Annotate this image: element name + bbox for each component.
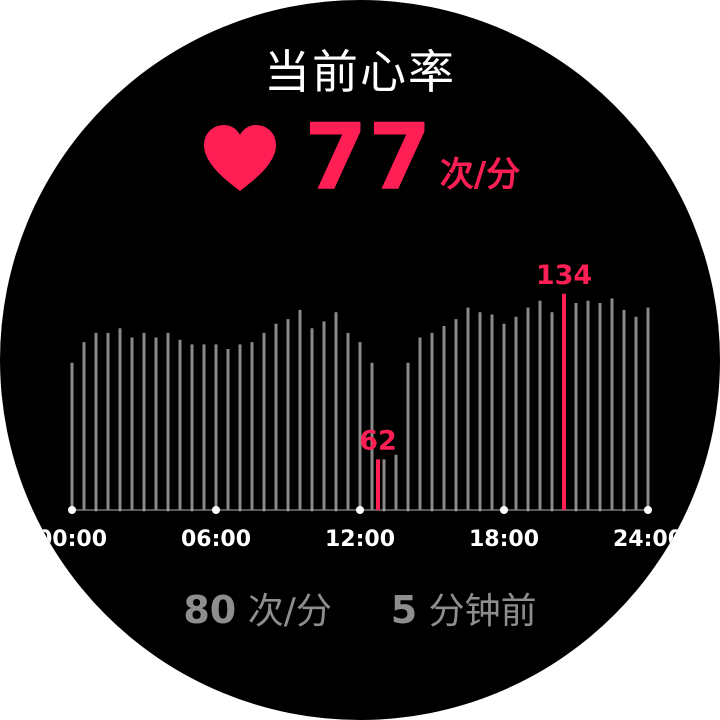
chart-major-tick <box>68 506 76 514</box>
chart-bar <box>418 337 422 510</box>
chart-bar <box>334 312 338 510</box>
chart-bar <box>598 303 602 510</box>
chart-x-tick-label: 00:00 <box>37 527 107 552</box>
chart-bar <box>610 298 614 510</box>
chart-minor-tick <box>526 508 530 512</box>
chart-major-tick <box>356 506 364 514</box>
chart-x-tick-label: 18:00 <box>469 527 539 552</box>
chart-x-tick-label: 06:00 <box>181 527 251 552</box>
chart-minor-tick <box>478 508 482 512</box>
chart-bar <box>130 337 134 510</box>
chart-bar <box>190 344 194 510</box>
chart-bar <box>82 342 86 510</box>
chart-bar <box>286 319 290 510</box>
chart-bar <box>526 307 530 510</box>
chart-bar <box>538 300 542 510</box>
chart-min-bar <box>376 459 380 510</box>
chart-bar <box>478 312 482 510</box>
chart-bar <box>214 344 218 510</box>
chart-bar <box>178 339 182 510</box>
chart-minor-tick <box>454 508 458 512</box>
chart-bar <box>238 344 242 510</box>
chart-major-tick <box>212 506 220 514</box>
chart-minor-tick <box>310 508 314 512</box>
chart-minor-tick <box>430 508 434 512</box>
chart-bar <box>226 349 230 510</box>
chart-minor-tick <box>334 508 338 512</box>
chart-bar <box>154 337 158 510</box>
chart-minor-tick <box>238 508 242 512</box>
chart-minor-tick <box>622 508 626 512</box>
chart-bar <box>634 316 638 510</box>
chart-max-bar <box>562 293 566 510</box>
chart-bar <box>550 312 554 510</box>
chart-minor-tick <box>166 508 170 512</box>
chart-minor-tick <box>190 508 194 512</box>
chart-minor-tick <box>262 508 266 512</box>
chart-bar <box>322 321 326 510</box>
chart-bar <box>442 326 446 510</box>
chart-minor-tick <box>550 508 554 512</box>
time-ago-unit: 分钟前 <box>428 591 537 632</box>
chart-x-tick-label: 12:00 <box>325 527 395 552</box>
chart-bar <box>586 300 590 510</box>
chart-minor-tick <box>406 508 410 512</box>
chart-major-tick <box>644 506 652 514</box>
chart-minor-tick <box>286 508 290 512</box>
last-rate-value: 80 <box>183 588 237 632</box>
chart-bar <box>622 309 626 510</box>
chart-minor-tick <box>382 508 386 512</box>
chart-bar <box>394 454 398 510</box>
last-reading: 80 次/分 5 分钟前 <box>0 582 720 634</box>
chart-bar <box>94 332 98 510</box>
chart-bar <box>310 328 314 510</box>
chart-minor-tick <box>142 508 146 512</box>
chart-bar <box>346 332 350 510</box>
chart-bar <box>262 332 266 510</box>
chart-min-label: 62 <box>359 425 397 456</box>
chart-minor-tick <box>118 508 122 512</box>
chart-bar <box>202 344 206 510</box>
chart-bar <box>142 332 146 510</box>
time-ago-value: 5 <box>390 588 418 632</box>
chart-major-tick <box>500 506 508 514</box>
chart-x-tick-label: 24:00 <box>613 527 683 552</box>
chart-bar <box>106 332 110 510</box>
chart-bar <box>430 332 434 510</box>
watch-face: 当前心率 77 次/分 62 134 00:00 06:00 12:00 18:00 24:… <box>0 0 720 720</box>
chart-bar <box>490 314 494 510</box>
chart-bar <box>118 328 122 510</box>
chart-bar <box>514 316 518 510</box>
chart-minor-tick <box>598 508 602 512</box>
chart-minor-tick <box>94 508 98 512</box>
last-rate-unit: 次/分 <box>247 591 332 632</box>
chart-bar <box>70 362 74 510</box>
chart-minor-tick <box>574 508 578 512</box>
chart-bar <box>502 323 506 510</box>
chart-bar <box>574 303 578 510</box>
chart-bar <box>298 309 302 510</box>
chart-bar <box>250 342 254 510</box>
chart-bar <box>646 307 650 510</box>
chart-bar <box>382 459 386 510</box>
chart-bar <box>166 332 170 510</box>
chart-bar <box>466 307 470 510</box>
chart-bar <box>406 362 410 510</box>
chart-bar <box>274 323 278 510</box>
chart-bar <box>454 319 458 510</box>
chart-max-label: 134 <box>536 260 592 291</box>
